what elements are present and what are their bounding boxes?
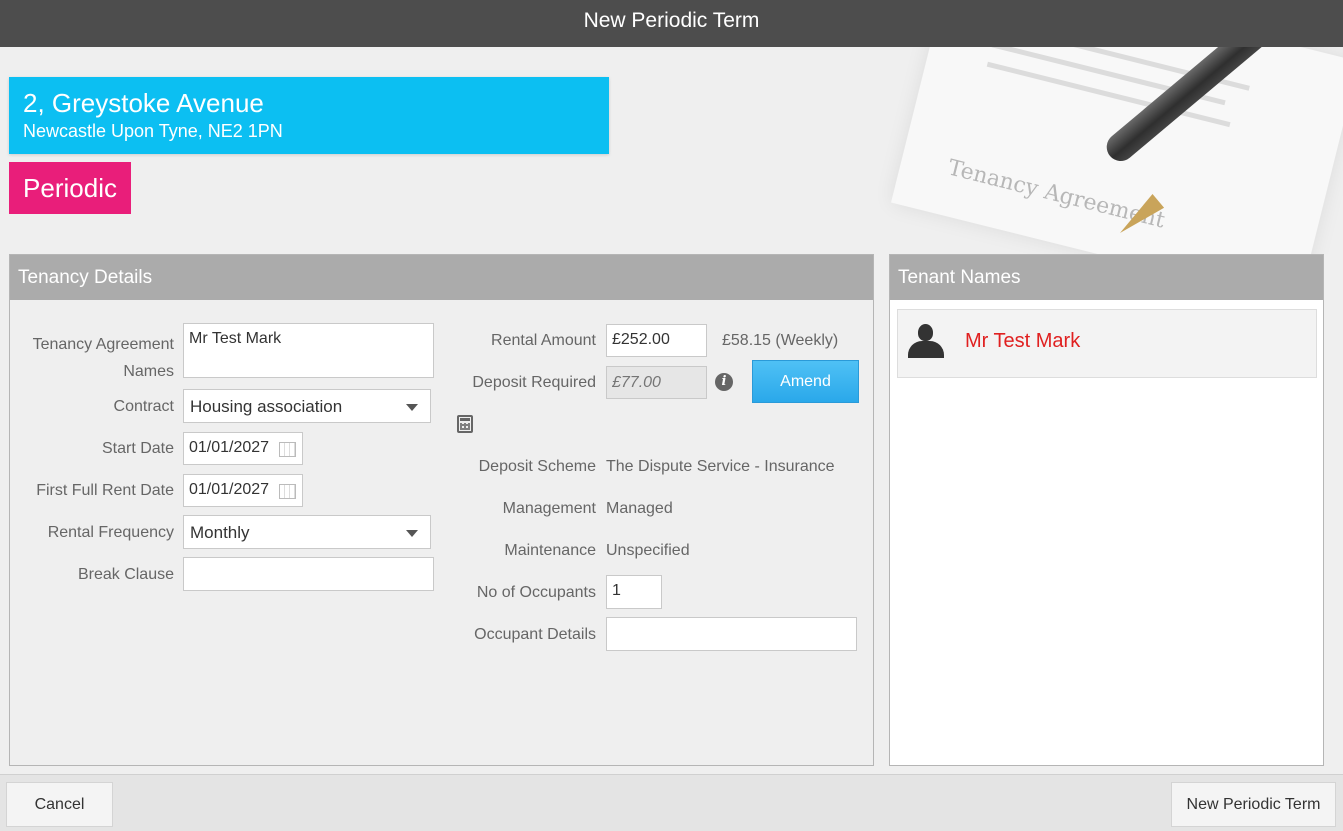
dropdown-caret-icon	[406, 404, 418, 411]
calendar-icon[interactable]	[279, 442, 296, 457]
start-date-label: Start Date	[101, 440, 174, 457]
person-icon	[906, 324, 944, 358]
management-label: Management	[502, 500, 596, 517]
footer-bar: Cancel New Periodic Term	[0, 774, 1343, 831]
occupant-details-input[interactable]	[606, 617, 857, 651]
management-value: Managed	[606, 500, 673, 517]
term-type-badge: Periodic	[9, 162, 131, 214]
tenant-name[interactable]: Mr Test Mark	[965, 330, 1080, 353]
maintenance-label: Maintenance	[504, 542, 596, 559]
address-line-2: Newcastle Upon Tyne, NE2 1PN	[23, 121, 283, 141]
start-date-input[interactable]: 01/01/2027	[183, 432, 303, 465]
maintenance-value: Unspecified	[606, 542, 690, 559]
start-date-value: 01/01/2027	[189, 439, 270, 456]
contract-select[interactable]: Housing association	[183, 389, 431, 423]
rental-amount-label: Rental Amount	[491, 332, 596, 349]
dropdown-caret-icon	[406, 530, 418, 537]
contract-label: Contract	[113, 398, 174, 415]
window-title: New Periodic Term	[0, 0, 1343, 47]
tenancy-agreement-illustration: Tenancy Agreement	[820, 47, 1343, 254]
tenancy-details-panel: Tenancy Details Tenancy Agreement Names …	[9, 254, 874, 766]
rental-frequency-value: Monthly	[190, 523, 250, 542]
new-periodic-term-button[interactable]: New Periodic Term	[1171, 782, 1336, 827]
rental-amount-input[interactable]: £252.00	[606, 324, 707, 357]
first-full-rent-date-input[interactable]: 01/01/2027	[183, 474, 303, 507]
first-full-rent-date-label: First Full Rent Date	[36, 482, 174, 499]
occupants-input[interactable]: 1	[606, 575, 662, 609]
deposit-required-label: Deposit Required	[472, 374, 596, 391]
calculator-icon[interactable]	[457, 415, 473, 433]
deposit-required-input	[606, 366, 707, 399]
rental-frequency-label: Rental Frequency	[47, 524, 174, 541]
break-clause-input[interactable]	[183, 557, 434, 591]
agreement-names-input[interactable]: Mr Test Mark	[183, 323, 434, 378]
calendar-icon[interactable]	[279, 484, 296, 499]
weekly-rent-text: £58.15 (Weekly)	[722, 332, 839, 349]
tenancy-details-title: Tenancy Details	[10, 255, 873, 300]
agreement-names-label: Tenancy Agreement Names	[32, 336, 174, 380]
rental-frequency-select[interactable]: Monthly	[183, 515, 431, 549]
property-address-banner: 2, Greystoke Avenue Newcastle Upon Tyne,…	[9, 77, 609, 154]
first-full-rent-date-value: 01/01/2027	[189, 481, 270, 498]
address-line-1: 2, Greystoke Avenue	[23, 88, 264, 118]
deposit-scheme-label: Deposit Scheme	[478, 458, 596, 475]
deposit-scheme-value: The Dispute Service - Insurance	[606, 458, 835, 475]
amend-button[interactable]: Amend	[752, 360, 859, 403]
contract-value: Housing association	[190, 397, 343, 416]
tenant-list-item[interactable]: Mr Test Mark	[897, 309, 1317, 378]
occupants-label: No of Occupants	[476, 584, 596, 601]
break-clause-label: Break Clause	[77, 566, 174, 583]
info-icon[interactable]: i	[715, 373, 733, 391]
tenant-names-panel: Tenant Names Mr Test Mark	[889, 254, 1324, 766]
cancel-button[interactable]: Cancel	[6, 782, 113, 827]
tenant-names-title: Tenant Names	[890, 255, 1323, 300]
occupant-details-label: Occupant Details	[474, 626, 596, 643]
